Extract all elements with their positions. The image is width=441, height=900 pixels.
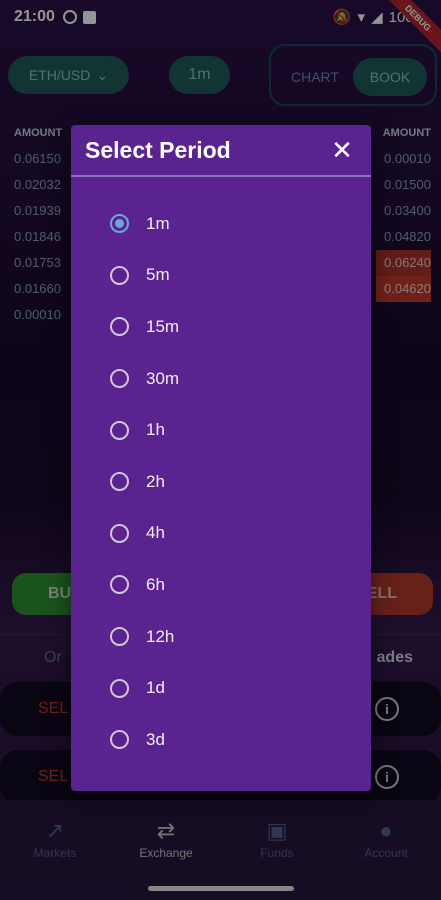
radio-button[interactable] [110, 265, 129, 285]
period-option-label: 3d [146, 729, 165, 749]
radio-button[interactable] [110, 420, 129, 440]
period-option-label: 1d [146, 678, 165, 698]
period-option-label: 2h [146, 471, 165, 491]
period-option-4h[interactable]: 4h [71, 508, 371, 560]
period-option-label: 12h [146, 626, 175, 646]
period-option-label: 5m [146, 265, 170, 285]
period-option-1d[interactable]: 1d [71, 662, 371, 714]
period-option-1m[interactable]: 1m [71, 198, 371, 250]
period-option-label: 4h [146, 523, 165, 543]
radio-button[interactable] [110, 214, 129, 234]
period-option-2h[interactable]: 2h [71, 456, 371, 508]
period-option-3d[interactable]: 3d [71, 714, 371, 766]
period-option-label: 6h [146, 574, 165, 594]
radio-button[interactable] [110, 575, 129, 595]
period-option-30m[interactable]: 30m [71, 353, 371, 405]
period-option-15m[interactable]: 15m [71, 301, 371, 353]
period-option-1h[interactable]: 1h [71, 404, 371, 456]
period-option-12h[interactable]: 12h [71, 611, 371, 663]
period-option-5m[interactable]: 5m [71, 250, 371, 302]
radio-button[interactable] [110, 730, 129, 750]
period-option-label: 15m [146, 316, 180, 336]
close-icon[interactable]: ✕ [327, 135, 357, 165]
radio-button[interactable] [110, 317, 129, 337]
radio-button[interactable] [110, 472, 129, 492]
period-option-label: 1m [146, 213, 170, 233]
dialog-title: Select Period [85, 136, 231, 163]
radio-button[interactable] [110, 627, 129, 647]
period-options: 1m 5m 15m 30m 1h 2h 4h 6h 12h 1d 3d [71, 177, 371, 766]
radio-button[interactable] [110, 369, 129, 389]
select-period-dialog: Select Period ✕ 1m 5m 15m 30m 1h 2h 4h 6h 12h 1d 3… [71, 125, 371, 791]
period-option-label: 30m [146, 368, 180, 388]
period-option-6h[interactable]: 6h [71, 559, 371, 611]
radio-button[interactable] [110, 678, 129, 698]
period-option-label: 1h [146, 420, 165, 440]
dialog-header: Select Period ✕ [71, 125, 371, 177]
radio-button[interactable] [110, 523, 129, 543]
